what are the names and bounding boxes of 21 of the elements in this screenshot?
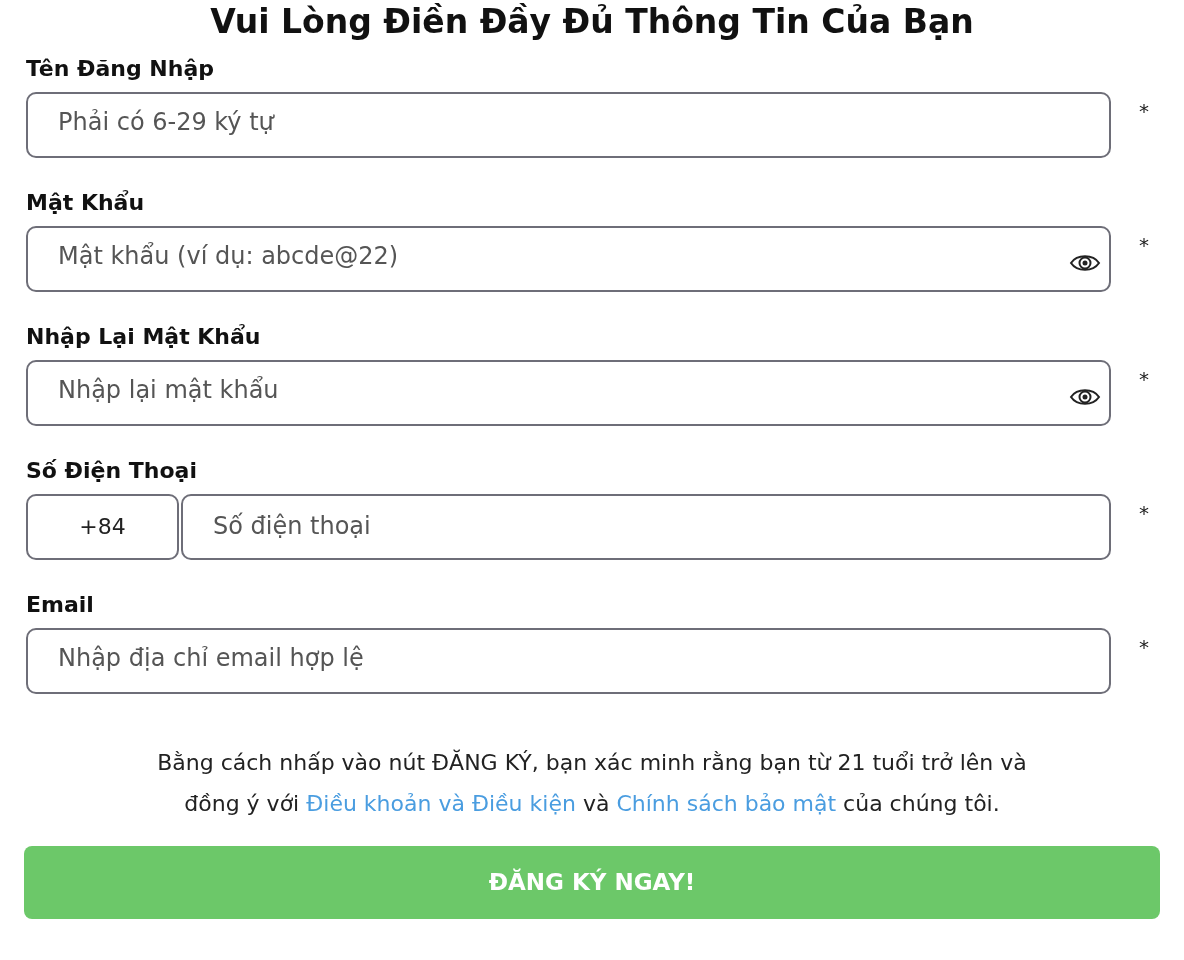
required-mark: * xyxy=(1139,500,1149,527)
field-label: Nhập Lại Mật Khẩu xyxy=(26,323,262,351)
required-mark: * xyxy=(1139,232,1149,259)
required-mark: * xyxy=(1139,634,1149,661)
privacy-link[interactable]: Chính sách bảo mật xyxy=(616,791,837,816)
field-label: Email xyxy=(26,591,95,619)
field-label: Tên Đăng Nhập xyxy=(26,55,215,83)
field-label: Mật Khẩu xyxy=(26,189,146,217)
input-field[interactable]: Phải có 6-29 ký tự xyxy=(26,92,1111,158)
field-label: Số Điện Thoại xyxy=(26,457,198,485)
required-mark: * xyxy=(1139,366,1149,393)
input-field[interactable]: Nhập địa chỉ email hợp lệ xyxy=(26,628,1111,694)
terms-link[interactable]: Điều khoản và Điều kiện xyxy=(306,791,576,816)
input-field[interactable]: Nhập lại mật khẩu xyxy=(26,360,1111,426)
required-mark: * xyxy=(1139,98,1149,125)
form-title: Vui Lòng Điền Đầy Đủ Thông Tin Của Bạn xyxy=(209,2,975,42)
country-code-field[interactable]: +84 xyxy=(26,494,179,560)
input-field[interactable]: Số điện thoại xyxy=(181,494,1111,560)
terms-text: Bằng cách nhấp vào nút ĐĂNG KÝ, bạn xác minh rằng bạn từ 21 tuổi trở lên và đồng ý với Điều khoản và Điều kiện và Chính sách bảo mật của chúng tôi. xyxy=(156,748,1028,818)
input-field[interactable]: Mật khẩu (ví dụ: abcde@22) xyxy=(26,226,1111,292)
submit-button[interactable]: ĐĂNG KÝ NGAY! xyxy=(24,846,1160,919)
